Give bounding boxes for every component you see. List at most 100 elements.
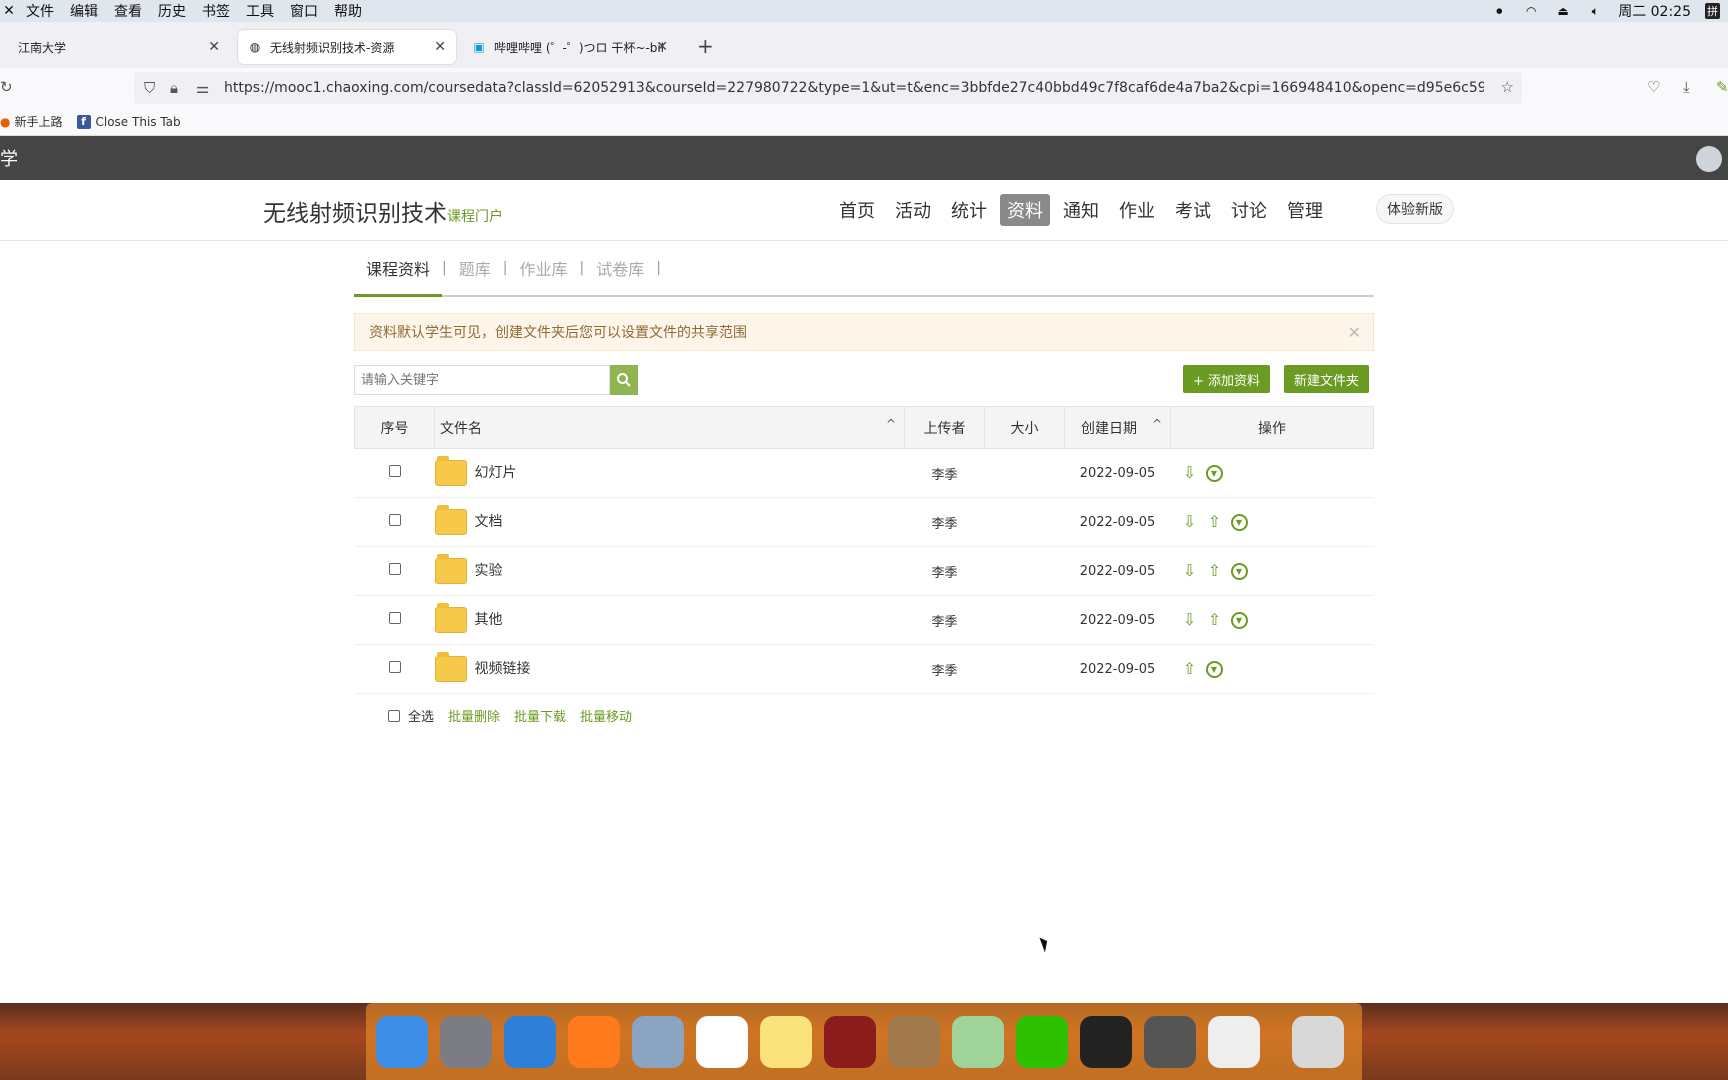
row-checkbox[interactable] (388, 612, 401, 624)
subtab-exam-bank[interactable]: 试卷库 (584, 256, 656, 280)
textedit-icon[interactable] (1208, 1015, 1260, 1068)
move-up-icon[interactable]: ⇧ (1206, 611, 1224, 629)
sort-up-icon[interactable]: ^ (1152, 417, 1162, 431)
menu-help[interactable]: 帮助 (326, 1, 370, 21)
file-name-cell[interactable]: 幻灯片 (434, 449, 905, 498)
more-options-icon[interactable]: ▼ (1205, 464, 1223, 482)
select-all-checkbox[interactable] (388, 709, 400, 722)
extension-icon[interactable]: ✎ (1716, 78, 1728, 96)
apple-menu-icon[interactable]: ✕ (0, 3, 18, 19)
subtab-homework-bank[interactable]: 作业库 (507, 256, 579, 280)
nav-exams[interactable]: 考试 (1168, 194, 1218, 226)
more-options-icon[interactable]: ▼ (1205, 660, 1223, 678)
batch-delete-link[interactable]: 批量删除 (448, 706, 500, 725)
col-created-date[interactable]: 创建日期 ^ (1064, 406, 1171, 449)
menu-edit[interactable]: 编辑 (62, 1, 106, 21)
menu-history[interactable]: 历史 (150, 1, 194, 21)
close-icon[interactable]: ✕ (656, 39, 668, 55)
maps-icon[interactable] (952, 1015, 1004, 1068)
close-icon[interactable]: ✕ (1348, 323, 1361, 342)
file-name[interactable]: 幻灯片 (475, 465, 517, 481)
record-icon[interactable]: ⏺ (1490, 4, 1508, 18)
safari-icon[interactable] (504, 1015, 556, 1068)
firefox-icon[interactable] (568, 1015, 620, 1068)
move-down-icon[interactable]: ⇩ (1181, 513, 1199, 531)
sort-up-icon[interactable]: ^ (886, 417, 896, 431)
star-icon[interactable]: ☆ (1501, 78, 1514, 96)
pocket-icon[interactable]: ♡ (1647, 78, 1660, 96)
close-icon[interactable]: ✕ (434, 39, 446, 55)
subtab-question-bank[interactable]: 题库 (447, 256, 503, 280)
download-icon[interactable]: ⤓ (1683, 78, 1690, 96)
more-options-icon[interactable]: ▼ (1230, 611, 1248, 629)
wechat-icon[interactable] (1016, 1015, 1068, 1068)
calendar-icon[interactable] (696, 1015, 748, 1068)
move-up-icon[interactable]: ⇧ (1181, 660, 1199, 678)
launchpad-icon[interactable] (440, 1015, 492, 1068)
course-portal-link[interactable]: 课程门户 (447, 209, 503, 225)
eject-icon[interactable]: ⏏ (1554, 4, 1572, 18)
search-button[interactable] (610, 365, 638, 395)
file-name[interactable]: 视频链接 (475, 661, 531, 677)
nav-statistics[interactable]: 统计 (944, 194, 994, 226)
tab-jiangnan[interactable]: 江南大学 ✕ (8, 30, 230, 64)
qq-icon[interactable] (1080, 1015, 1132, 1068)
file-name-cell[interactable]: 视频链接 (434, 645, 905, 694)
file-name-cell[interactable]: 其他 (434, 596, 905, 645)
volume-icon[interactable]: 🔈︎ (1586, 4, 1604, 18)
nav-notices[interactable]: 通知 (1056, 194, 1106, 226)
bookmark-getting-started[interactable]: ● 新手上路 (0, 113, 63, 130)
search-input[interactable] (354, 365, 610, 395)
finder-icon[interactable] (376, 1015, 428, 1068)
col-filename[interactable]: 文件名 ^ (434, 406, 905, 449)
row-checkbox[interactable] (388, 465, 401, 477)
school-name[interactable]: 学 (0, 145, 18, 171)
nav-manage[interactable]: 管理 (1280, 194, 1330, 226)
contacts-icon[interactable] (888, 1015, 940, 1068)
avatar[interactable] (1696, 146, 1722, 172)
move-up-icon[interactable]: ⇧ (1206, 513, 1224, 531)
trash-icon[interactable] (1292, 1015, 1344, 1068)
bookmark-close-this-tab[interactable]: f Close This Tab (76, 114, 181, 129)
row-checkbox[interactable] (388, 563, 401, 575)
add-resource-button[interactable]: + 添加资料 (1183, 365, 1271, 393)
calculator-icon[interactable] (1144, 1015, 1196, 1068)
url-text[interactable]: https://mooc1.chaoxing.com/coursedata?cl… (224, 80, 1484, 96)
menu-file[interactable]: 文件 (18, 1, 62, 21)
input-method-icon[interactable]: 拼 (1705, 3, 1720, 19)
more-options-icon[interactable]: ▼ (1230, 513, 1248, 531)
menu-view[interactable]: 查看 (106, 1, 150, 21)
nav-resources[interactable]: 资料 (1000, 194, 1050, 226)
menu-window[interactable]: 窗口 (282, 1, 326, 21)
nav-discussion[interactable]: 讨论 (1224, 194, 1274, 226)
notes-icon[interactable] (760, 1015, 812, 1068)
lock-icon[interactable]: 🔒︎ (170, 79, 178, 97)
subtab-course-materials[interactable]: 课程资料 (354, 241, 443, 297)
file-name[interactable]: 实验 (475, 563, 503, 579)
batch-move-link[interactable]: 批量移动 (580, 706, 632, 725)
address-bar[interactable]: ⛉ 🔒︎ ⚌ https://mooc1.chaoxing.com/course… (134, 72, 1522, 104)
move-down-icon[interactable]: ⇩ (1181, 562, 1199, 580)
menu-bookmarks[interactable]: 书签 (194, 1, 238, 21)
mail-icon[interactable] (632, 1015, 684, 1068)
move-down-icon[interactable]: ⇩ (1181, 464, 1199, 482)
row-checkbox[interactable] (388, 661, 401, 673)
file-name-cell[interactable]: 实验 (434, 547, 905, 596)
reload-icon[interactable]: ↻ (0, 78, 13, 96)
tab-course-resources[interactable]: ◍ 无线射频识别技术-资源 ✕ (238, 30, 456, 64)
file-name[interactable]: 文档 (475, 514, 503, 530)
select-all-label[interactable]: 全选 (408, 706, 434, 725)
wifi-icon[interactable]: ◠ (1522, 4, 1540, 18)
dictionary-icon[interactable] (824, 1015, 876, 1068)
new-tab-icon[interactable]: + (697, 34, 714, 58)
file-name-cell[interactable]: 文档 (434, 498, 905, 547)
nav-home[interactable]: 首页 (832, 194, 882, 226)
try-new-version-button[interactable]: 体验新版 (1376, 194, 1454, 224)
batch-download-link[interactable]: 批量下载 (514, 706, 566, 725)
file-name[interactable]: 其他 (475, 612, 503, 628)
menu-tools[interactable]: 工具 (238, 1, 282, 21)
move-down-icon[interactable]: ⇩ (1181, 611, 1199, 629)
more-options-icon[interactable]: ▼ (1230, 562, 1248, 580)
nav-homework[interactable]: 作业 (1112, 194, 1162, 226)
row-checkbox[interactable] (388, 514, 401, 526)
